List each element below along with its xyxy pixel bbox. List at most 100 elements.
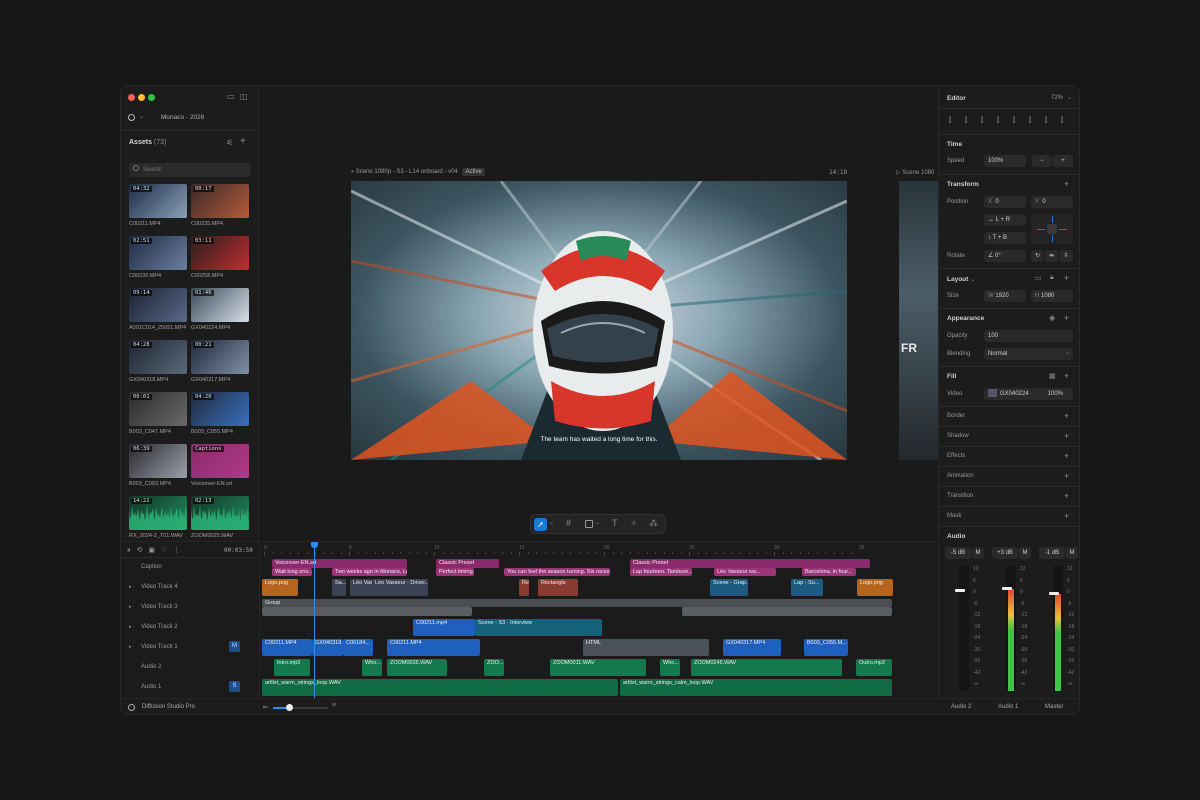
- section-shadow-title[interactable]: Shadow: [947, 433, 969, 439]
- section-transition-title[interactable]: Transition: [947, 493, 973, 499]
- chevron-down-icon[interactable]: ⌄: [139, 113, 144, 120]
- more-icon[interactable]: ⋮: [173, 547, 186, 554]
- caption-clip[interactable]: Voiceover-EN.srt: [272, 559, 407, 568]
- caption-clip[interactable]: You can feel the season turning. Six rac…: [504, 568, 610, 576]
- sidebar-toggle-icon[interactable]: ◫: [240, 92, 248, 101]
- add-shadow-icon[interactable]: +: [1064, 431, 1069, 441]
- position-y-field[interactable]: Y 0: [1031, 196, 1073, 208]
- timeline-ruler[interactable]: 0 5 10 15 20 25 30 35: [260, 542, 939, 556]
- audio-clip[interactable]: artlist_warm_strings_loop.WAV: [262, 679, 618, 696]
- video-clip[interactable]: Re...: [519, 579, 529, 596]
- favorite-icon[interactable]: ♡: [161, 547, 173, 554]
- video-clip[interactable]: Lap - Su...: [791, 579, 823, 596]
- video-clip[interactable]: Léo Vasseur - Driver...: [372, 579, 428, 596]
- mute-button[interactable]: M: [1019, 547, 1031, 559]
- section-mask-title[interactable]: Mask: [947, 513, 961, 519]
- video-clip[interactable]: HTML: [583, 639, 709, 656]
- project-logo-icon[interactable]: [128, 114, 135, 121]
- asset-thumbnail[interactable]: 00:21: [191, 340, 249, 374]
- audio-clip[interactable]: artlist_warm_strings_calm_loop.WAV: [620, 679, 892, 696]
- video-clip[interactable]: Scene - S3 - Interview: [475, 619, 602, 636]
- asset-thumbnail[interactable]: 04:28: [129, 340, 187, 374]
- caption-clip[interactable]: Classic Preset: [630, 559, 870, 568]
- asset-thumbnail[interactable]: 04:32: [129, 184, 187, 218]
- layout-icon[interactable]: ▭: [227, 92, 235, 101]
- chevron-down-icon[interactable]: ⌄: [549, 519, 554, 526]
- captions-icon[interactable]: ▣: [148, 547, 161, 554]
- align-top-icon[interactable]: ⫿: [997, 117, 999, 125]
- group-icon[interactable]: ⁂: [649, 518, 658, 529]
- zoom-slider[interactable]: [273, 707, 328, 709]
- caption-clip[interactable]: Two weeks ago in Monaco, Léo: [332, 568, 407, 576]
- video-clip[interactable]: Scene - Grap...: [710, 579, 748, 596]
- section-effects-title[interactable]: Effects: [947, 453, 965, 459]
- flip-horizontal-icon[interactable]: ⇹: [1045, 250, 1058, 262]
- playhead-handle[interactable]: [311, 542, 318, 548]
- align-left-icon[interactable]: ⫿: [949, 117, 951, 125]
- add-appearance-icon[interactable]: +: [1064, 313, 1069, 323]
- add-border-icon[interactable]: +: [1064, 411, 1069, 421]
- add-transition-icon[interactable]: +: [1064, 491, 1069, 501]
- track-badge[interactable]: M: [229, 641, 240, 652]
- add-animation-icon[interactable]: +: [1064, 471, 1069, 481]
- align-center-v-icon[interactable]: ⫿: [1013, 117, 1015, 125]
- audio-clip[interactable]: Outro.mp3: [856, 659, 892, 676]
- expand-track-icon[interactable]: ▸: [129, 644, 132, 650]
- width-field[interactable]: W 1920: [984, 290, 1026, 302]
- asset-thumbnail[interactable]: 01:46: [191, 288, 249, 322]
- anchor-widget[interactable]: [1031, 214, 1073, 244]
- add-effects-icon[interactable]: +: [1064, 451, 1069, 461]
- audio-clip[interactable]: ZOOM0025.WAV: [387, 659, 447, 676]
- fader-handle[interactable]: [1049, 592, 1059, 595]
- fit-icon[interactable]: ≡: [332, 702, 336, 709]
- shape-icon[interactable]: [585, 520, 593, 528]
- speed-increase-button[interactable]: +: [1053, 155, 1073, 167]
- position-x-field[interactable]: X 0: [984, 196, 1026, 208]
- align-right-icon[interactable]: ⫿: [981, 117, 983, 125]
- height-field[interactable]: H 1080: [1031, 290, 1073, 302]
- asset-thumbnail[interactable]: 09:14: [129, 288, 187, 322]
- asset-thumbnail[interactable]: 00:17: [191, 184, 249, 218]
- section-border-title[interactable]: Border: [947, 413, 965, 419]
- speed-decrease-button[interactable]: −: [1032, 155, 1052, 167]
- pause-icon[interactable]: ⏸: [127, 547, 137, 554]
- video-clip[interactable]: Rectangle: [538, 579, 578, 596]
- gain-field[interactable]: -1 dB: [1039, 547, 1065, 559]
- add-layout-icon[interactable]: +: [1064, 273, 1069, 283]
- eye-icon[interactable]: ◉: [1049, 314, 1055, 322]
- caption-clip[interactable]: Wait long eno...: [272, 568, 312, 576]
- group-clip[interactable]: Group: [262, 599, 892, 607]
- video-clip[interactable]: B003_C055.M...: [804, 639, 848, 656]
- asset-thumbnail[interactable]: 03:11: [191, 236, 249, 270]
- speed-field[interactable]: 100%: [984, 155, 1026, 167]
- pointer-tool-icon[interactable]: ➚: [534, 518, 547, 531]
- asset-thumbnail[interactable]: 06:39: [129, 444, 187, 478]
- track-badge[interactable]: S: [229, 681, 240, 692]
- gain-field[interactable]: +3 dB: [992, 547, 1018, 559]
- audio-clip[interactable]: Intro.mp3: [274, 659, 310, 676]
- audio-clip[interactable]: ZOOM0011.WAV: [550, 659, 646, 676]
- distribute-v-icon[interactable]: ⫿: [1061, 117, 1063, 125]
- text-icon[interactable]: T: [612, 518, 618, 528]
- video-clip[interactable]: Sa...: [332, 579, 346, 596]
- maximize-window-button[interactable]: [148, 94, 155, 101]
- align-bottom-icon[interactable]: ⫿: [1029, 117, 1031, 125]
- search-input[interactable]: Search: [129, 163, 251, 177]
- video-clip[interactable]: Logo.png: [857, 579, 893, 596]
- asset-thumbnail[interactable]: 00:01: [129, 392, 187, 426]
- video-clip[interactable]: Logo.png: [262, 579, 298, 596]
- video-clip[interactable]: Léo Vasseur - Driver...: [350, 579, 374, 596]
- blending-select[interactable]: Normal: [984, 348, 1073, 360]
- asset-thumbnail[interactable]: 02:13: [191, 496, 249, 530]
- asset-thumbnail[interactable]: 14:22: [129, 496, 187, 530]
- flip-vertical-icon[interactable]: ⇳: [1059, 250, 1073, 262]
- rotate-icon[interactable]: ↻: [1031, 250, 1044, 262]
- fader-handle[interactable]: [955, 589, 965, 592]
- add-fill-icon[interactable]: +: [1064, 371, 1069, 381]
- fader-handle[interactable]: [1002, 587, 1012, 590]
- caption-clip[interactable]: Léo Vasseur wa...: [714, 568, 776, 576]
- expand-track-icon[interactable]: ▸: [129, 604, 132, 610]
- distribute-h-icon[interactable]: ⫿: [1045, 117, 1047, 125]
- audio-clip[interactable]: Who...: [362, 659, 382, 676]
- group-clip[interactable]: [262, 607, 472, 616]
